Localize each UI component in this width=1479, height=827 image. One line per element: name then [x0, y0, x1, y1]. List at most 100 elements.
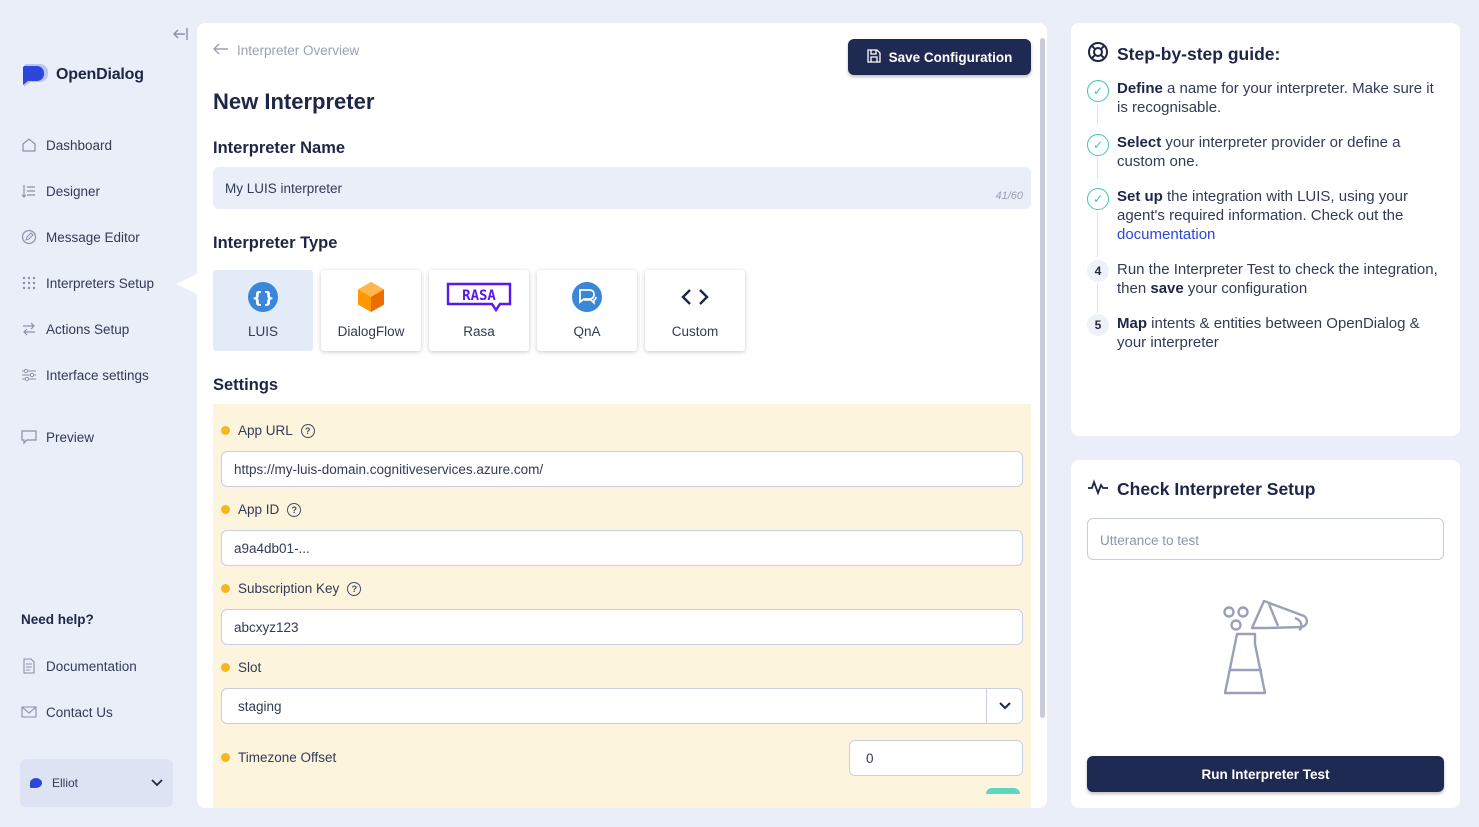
sidebar-item-interpreters-setup[interactable]: Interpreters Setup [20, 260, 190, 306]
step-connector [1097, 211, 1098, 257]
type-card-custom[interactable]: Custom [645, 270, 745, 351]
arrow-left-icon [213, 43, 229, 58]
guide-step-1: Define a name for your interpreter. Make… [1117, 79, 1447, 117]
interpreter-name-input[interactable]: My LUIS interpreter 41/60 [213, 167, 1031, 209]
help-icon[interactable]: ? [287, 502, 302, 517]
list-icon [20, 183, 37, 200]
subscription-key-input[interactable]: abcxyz123 [221, 609, 1023, 645]
qna-icon [570, 280, 604, 314]
sidebar: OpenDialog Dashboard Designer Message Ed… [0, 0, 197, 827]
step-bold: Map [1117, 315, 1147, 332]
slot-label: Slot [221, 660, 261, 675]
field-label-text: Timezone Offset [238, 750, 337, 765]
step-bold: save [1150, 280, 1184, 297]
help-icon[interactable]: ? [347, 581, 362, 596]
step-connector [1097, 157, 1098, 179]
app-name: OpenDialog [56, 66, 144, 83]
type-card-rasa[interactable]: RASA Rasa [429, 270, 529, 351]
check-circle-icon: ✓ [1087, 134, 1109, 156]
interpreter-type-heading: Interpreter Type [213, 234, 338, 252]
step-number-4: 4 [1087, 260, 1109, 282]
sidebar-item-label: Interface settings [46, 367, 149, 383]
slot-select[interactable]: staging [221, 688, 1023, 724]
app-id-label: App ID ? [221, 502, 302, 517]
sidebar-item-label: Dashboard [46, 137, 113, 153]
arrows-icon [20, 321, 37, 338]
sidebar-item-preview[interactable]: Preview [20, 414, 190, 460]
guide-step-4: Run the Interpreter Test to check the in… [1117, 260, 1447, 298]
code-icon [678, 280, 712, 314]
run-interpreter-test-button[interactable]: Run Interpreter Test [1087, 756, 1444, 792]
step-bold: Set up [1117, 188, 1163, 205]
sidebar-item-actions-setup[interactable]: Actions Setup [20, 306, 190, 352]
sidebar-item-dashboard[interactable]: Dashboard [20, 122, 190, 168]
mail-icon [20, 704, 37, 721]
save-configuration-label: Save Configuration [888, 49, 1013, 65]
settings-heading: Settings [213, 376, 279, 394]
type-card-luis[interactable]: {} LUIS [213, 270, 313, 351]
utterance-input[interactable]: Utterance to test [1087, 518, 1444, 560]
step-bold: Select [1117, 134, 1162, 151]
grid-icon [20, 275, 37, 292]
back-link-label: Interpreter Overview [237, 43, 360, 58]
timezone-offset-label: Timezone Offset [221, 750, 336, 765]
step-guide-panel: Step-by-step guide: ✓ Define a name for … [1071, 23, 1460, 436]
field-label-text: Slot [238, 660, 262, 675]
edit-icon [20, 229, 37, 246]
interpreter-form-panel: Interpreter Overview Save Configuration … [197, 23, 1047, 808]
main-scrollbar[interactable] [1040, 38, 1045, 718]
help-icon[interactable]: ? [300, 423, 315, 438]
logo[interactable]: OpenDialog [20, 60, 144, 90]
sidebar-item-documentation[interactable]: Documentation [20, 643, 190, 689]
character-counter: 41/60 [995, 190, 1023, 202]
sidebar-item-label: Interpreters Setup [46, 275, 155, 291]
page-title: New Interpreter [213, 89, 375, 114]
step-connector [1097, 283, 1098, 313]
sidebar-item-label: Preview [46, 429, 95, 445]
chevron-down-icon [986, 689, 1022, 723]
sidebar-item-designer[interactable]: Designer [20, 168, 190, 214]
step-text: your configuration [1183, 280, 1308, 297]
sidebar-item-contact-us[interactable]: Contact Us [20, 689, 190, 735]
save-configuration-button[interactable]: Save Configuration [848, 39, 1031, 75]
guide-step-5: Map intents & entities between OpenDialo… [1117, 314, 1447, 352]
save-icon [866, 48, 881, 66]
check-title-text: Check Interpreter Setup [1117, 479, 1316, 499]
sidebar-item-label: Designer [46, 183, 101, 199]
chevron-down-icon [151, 776, 163, 790]
required-dot [221, 505, 230, 514]
type-card-dialogflow[interactable]: DialogFlow [321, 270, 421, 351]
sidebar-item-message-editor[interactable]: Message Editor [20, 214, 190, 260]
type-card-label: LUIS [247, 324, 278, 339]
avatar [30, 778, 42, 788]
rasa-icon: RASA [446, 280, 512, 314]
interpreter-name-heading: Interpreter Name [213, 139, 346, 157]
app-url-label: App URL ? [221, 423, 315, 438]
sidebar-item-label: Actions Setup [46, 321, 130, 337]
field-label-text: Subscription Key [238, 581, 340, 596]
timezone-offset-input[interactable]: 0 [849, 740, 1023, 776]
active-indicator [176, 274, 197, 294]
app-id-input[interactable]: a9a4db01-... [221, 530, 1023, 566]
app-url-input[interactable]: https://my-luis-domain.cognitiveservices… [221, 451, 1023, 487]
step-connector [1097, 103, 1098, 125]
collapse-sidebar-icon[interactable] [171, 27, 189, 43]
documentation-link[interactable]: documentation [1117, 226, 1215, 243]
field-label-text: App URL [238, 423, 293, 438]
type-card-qna[interactable]: QnA [537, 270, 637, 351]
settings-section: App URL ? https://my-luis-domain.cogniti… [213, 404, 1031, 808]
user-menu[interactable]: Elliot [20, 759, 173, 807]
guide-title: Step-by-step guide: [1087, 41, 1280, 68]
home-icon [20, 137, 37, 154]
required-dot [221, 584, 230, 593]
step-bold: Define [1117, 80, 1163, 97]
sidebar-item-label: Contact Us [46, 704, 113, 720]
dialogflow-icon [354, 280, 388, 314]
document-icon [20, 658, 37, 675]
check-circle-icon: ✓ [1087, 188, 1109, 210]
back-link[interactable]: Interpreter Overview [213, 43, 359, 58]
sidebar-item-interface-settings[interactable]: Interface settings [20, 352, 190, 398]
guide-step-2: Select your interpreter provider or defi… [1117, 133, 1447, 171]
help-title: Need help? [21, 612, 94, 627]
step-number-5: 5 [1087, 314, 1109, 336]
